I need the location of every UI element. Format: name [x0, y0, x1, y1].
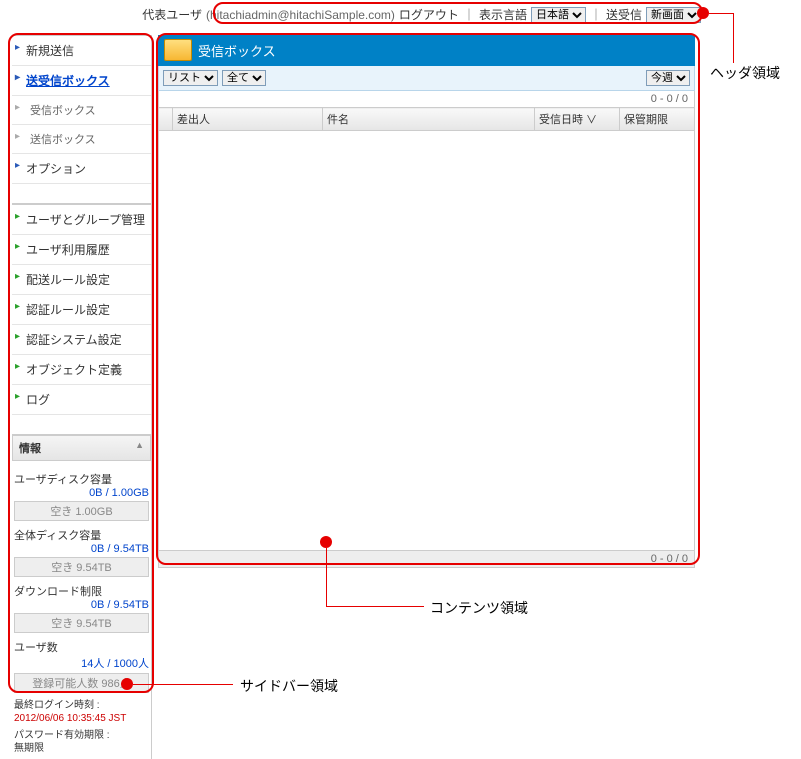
logout-link[interactable]: ログアウト: [399, 6, 459, 23]
lang-select[interactable]: 日本語: [531, 7, 586, 23]
sidebar: 新規送信 送受信ボックス 受信ボックス 送信ボックス オプション ユーザとグルー…: [12, 35, 152, 759]
users-count-value: 14人 / 1000人: [14, 655, 149, 671]
annot-line: [326, 548, 327, 606]
sidebar-item-usage-history[interactable]: ユーザ利用履歴: [12, 235, 151, 265]
dl-limit-label: ダウンロード制限: [14, 583, 149, 599]
disk-total-label: 全体ディスク容量: [14, 527, 149, 543]
menu-spacer: [12, 184, 151, 204]
annot-dot: [320, 536, 332, 548]
lang-label: 表示言語: [479, 6, 527, 23]
annot-line: [733, 13, 734, 63]
sidebar-item-delivery-rules[interactable]: 配送ルール設定: [12, 265, 151, 295]
disk-user-value: 0B / 1.00GB: [14, 487, 149, 499]
annot-line: [709, 13, 733, 14]
sidebar-item-auth-rules[interactable]: 認証ルール設定: [12, 295, 151, 325]
collapse-icon: ▲: [135, 440, 144, 456]
col-sender[interactable]: 差出人: [173, 108, 323, 131]
disk-user-free: 空き 1.00GB: [14, 501, 149, 521]
content-title: 受信ボックス: [198, 41, 276, 60]
sendrecv-label: 送受信: [606, 6, 642, 23]
main-content: 受信ボックス リスト 全て 今週 0 - 0 / 0 差出人 件名 受信日時 ∨…: [158, 35, 695, 568]
sidebar-item-users-groups[interactable]: ユーザとグループ管理: [12, 205, 151, 235]
disk-user-label: ユーザディスク容量: [14, 471, 149, 487]
separator: ｜: [590, 6, 602, 23]
sidebar-item-log[interactable]: ログ: [12, 385, 151, 415]
folder-icon: [164, 39, 192, 61]
filter-select[interactable]: 全て: [222, 70, 266, 86]
col-subject[interactable]: 件名: [323, 108, 535, 131]
menu-group-1: 新規送信 送受信ボックス 受信ボックス 送信ボックス オプション: [12, 35, 151, 184]
user-email: (hitachiadmin@hitachiSample.com): [206, 8, 395, 22]
disk-total-value: 0B / 9.54TB: [14, 543, 149, 555]
header-bar: 代表ユーザ (hitachiadmin@hitachiSample.com) ロ…: [142, 6, 701, 23]
separator: ｜: [463, 6, 475, 23]
message-list-body: [158, 131, 695, 551]
annot-sidebar-label: サイドバー領域: [240, 676, 338, 696]
annot-line: [133, 684, 233, 685]
annot-dot: [697, 7, 709, 19]
sidebar-item-auth-system[interactable]: 認証システム設定: [12, 325, 151, 355]
annot-dot: [121, 678, 133, 690]
pw-expiry: パスワード有効期限 : 無期限: [14, 729, 149, 755]
view-mode-select[interactable]: リスト: [163, 70, 218, 86]
sendrecv-select[interactable]: 新画面: [646, 7, 701, 23]
dl-limit-value: 0B / 9.54TB: [14, 599, 149, 611]
menu-group-2: ユーザとグループ管理 ユーザ利用履歴 配送ルール設定 認証ルール設定 認証システ…: [12, 204, 151, 415]
pager-top: 0 - 0 / 0: [158, 91, 695, 107]
sidebar-item-sendrecv-box[interactable]: 送受信ボックス: [12, 66, 151, 96]
rep-user-label: 代表ユーザ: [142, 6, 202, 23]
col-retention[interactable]: 保管期限: [620, 108, 695, 131]
info-panel: ユーザディスク容量 0B / 1.00GB 空き 1.00GB 全体ディスク容量…: [12, 461, 151, 759]
annot-header-label: ヘッダ領域: [710, 63, 780, 83]
col-received[interactable]: 受信日時 ∨: [535, 108, 620, 131]
content-toolbar: リスト 全て 今週: [158, 66, 695, 91]
users-count-label: ユーザ数: [14, 639, 149, 655]
dl-limit-free: 空き 9.54TB: [14, 613, 149, 633]
sidebar-item-inbox[interactable]: 受信ボックス: [12, 96, 151, 125]
pager-bottom: 0 - 0 / 0: [158, 551, 695, 568]
message-table: 差出人 件名 受信日時 ∨ 保管期限: [158, 107, 695, 131]
sidebar-item-new-send[interactable]: 新規送信: [12, 36, 151, 66]
content-titlebar: 受信ボックス: [158, 35, 695, 66]
period-select[interactable]: 今週: [646, 70, 690, 86]
sidebar-item-object-def[interactable]: オブジェクト定義: [12, 355, 151, 385]
disk-total-free: 空き 9.54TB: [14, 557, 149, 577]
sidebar-item-sentbox[interactable]: 送信ボックス: [12, 125, 151, 154]
annot-line: [326, 606, 424, 607]
menu-spacer: [12, 415, 151, 435]
sidebar-item-options[interactable]: オプション: [12, 154, 151, 184]
annot-content-label: コンテンツ領域: [430, 598, 528, 618]
col-check[interactable]: [159, 108, 173, 131]
info-panel-header[interactable]: 情報▲: [12, 435, 151, 461]
